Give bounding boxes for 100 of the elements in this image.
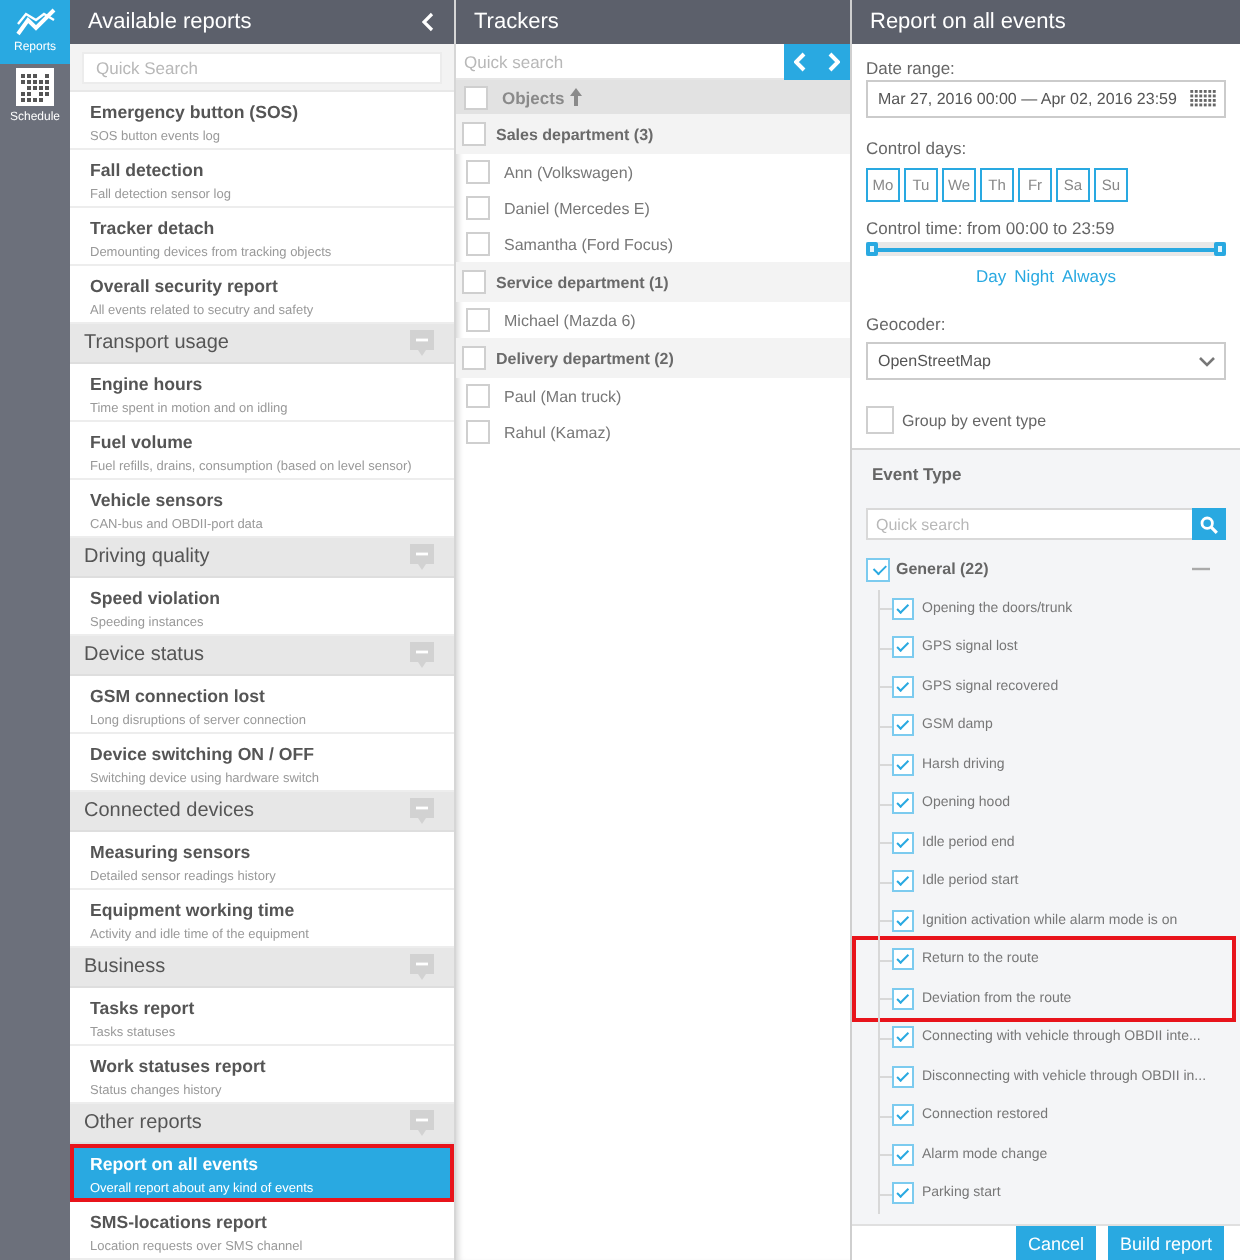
group-name: General (22) <box>896 560 991 579</box>
checkbox[interactable] <box>892 1182 914 1205</box>
report-title: GSM connection lost <box>90 686 267 708</box>
chevron-left-icon[interactable] <box>422 12 434 32</box>
checkbox[interactable] <box>892 948 914 971</box>
report-title: Measuring sensors <box>90 842 253 864</box>
search-field[interactable]: Quick search <box>456 44 784 80</box>
section-header[interactable]: Device status <box>70 636 454 676</box>
panel-title: Trackers <box>474 10 559 34</box>
section-header[interactable]: Connected devices <box>70 792 454 832</box>
checkbox[interactable] <box>462 346 486 370</box>
field-label: Control time: from 00:00 to 23:59 <box>866 216 1117 240</box>
checkbox[interactable] <box>892 1065 914 1088</box>
checkbox[interactable] <box>466 308 490 332</box>
section-header[interactable]: Driving quality <box>70 538 454 578</box>
search-icon <box>1200 515 1218 533</box>
checkbox[interactable] <box>892 636 914 659</box>
report-title: Engine hours <box>90 374 205 396</box>
report-title: Work statuses report <box>90 1056 268 1078</box>
tracker-name: Michael (Mazda 6) <box>504 311 636 329</box>
checkbox[interactable] <box>466 196 490 220</box>
checkbox[interactable] <box>466 384 490 408</box>
time-range-slider[interactable] <box>866 242 1226 256</box>
checkbox[interactable] <box>892 870 914 893</box>
minus-icon[interactable] <box>410 330 434 356</box>
search-button[interactable] <box>1192 508 1226 540</box>
field-label: Geocoder: <box>866 312 948 336</box>
tracker-name: Ann (Volkswagen) <box>504 163 633 181</box>
checkbox[interactable] <box>466 160 490 184</box>
section-title: Event Type <box>870 462 964 486</box>
report-title: Fuel volume <box>90 432 195 454</box>
next-button[interactable] <box>817 44 850 80</box>
section-header[interactable]: Transport usage <box>70 324 454 364</box>
slider-handle[interactable] <box>1214 242 1226 256</box>
checkbox[interactable] <box>892 1143 914 1166</box>
date-range-field[interactable]: Mar 27, 2016 00:00 — Apr 02, 2016 23:59 <box>866 80 1226 118</box>
previous-button[interactable] <box>784 44 817 80</box>
group-name: Service department (1) <box>496 273 669 291</box>
report-title: Tasks report <box>90 998 197 1020</box>
checkbox[interactable] <box>466 232 490 256</box>
minus-icon[interactable] <box>410 798 434 824</box>
section-header[interactable]: Business <box>70 948 454 988</box>
report-title: Device switching ON / OFF <box>90 744 316 766</box>
chevron-right-icon <box>827 52 840 72</box>
checkbox[interactable] <box>892 714 914 737</box>
field-label: Date range: <box>866 56 957 80</box>
tracker-name: Paul (Man truck) <box>504 387 622 405</box>
calendar-grid-icon[interactable] <box>1190 90 1216 108</box>
slider-handle[interactable] <box>866 242 878 256</box>
checkbox[interactable] <box>892 831 914 854</box>
search-field[interactable]: Quick Search <box>82 52 442 84</box>
checkbox[interactable] <box>892 792 914 815</box>
checkbox[interactable] <box>462 270 486 294</box>
panel-title: Report on all events <box>870 10 1066 34</box>
report-title: Fall detection <box>90 160 206 182</box>
section-title: Business <box>84 956 166 978</box>
checkbox[interactable] <box>466 420 490 444</box>
checkbox[interactable] <box>892 753 914 776</box>
section-title: Connected devices <box>84 800 255 822</box>
tracker-name: Samantha (Ford Focus) <box>504 235 673 253</box>
checkbox[interactable] <box>892 675 914 698</box>
section-title: Driving quality <box>84 546 210 568</box>
minus-icon[interactable] <box>410 642 434 668</box>
group-name: Delivery department (2) <box>496 349 674 367</box>
checkbox[interactable] <box>892 597 914 620</box>
tracker-name: Daniel (Mercedes E) <box>504 199 650 217</box>
checkbox[interactable] <box>462 122 486 146</box>
chevron-left-icon <box>794 52 807 72</box>
report-title: SMS-locations report <box>90 1212 269 1234</box>
report-title: Vehicle sensors <box>90 490 226 512</box>
search-field[interactable]: Quick search <box>866 508 1192 540</box>
report-title: Report on all events <box>90 1154 261 1176</box>
line-chart-icon <box>15 8 55 36</box>
minus-icon[interactable] <box>410 954 434 980</box>
minus-icon[interactable] <box>410 1110 434 1136</box>
field-label: Control days: <box>866 136 969 160</box>
report-title: Overall security report <box>90 276 280 298</box>
checkbox[interactable] <box>892 909 914 932</box>
checkbox[interactable] <box>866 557 890 582</box>
chevron-down-icon[interactable] <box>1198 355 1216 367</box>
report-title: Emergency button (SOS) <box>90 102 301 124</box>
geocoder-select[interactable]: OpenStreetMap <box>866 342 1226 380</box>
checkbox-label: Group by event type <box>902 411 1047 429</box>
panel-title: Available reports <box>88 10 252 34</box>
checkbox[interactable] <box>866 406 894 434</box>
tracker-name: Rahul (Kamaz) <box>504 423 611 441</box>
report-title: Speed violation <box>90 588 223 610</box>
section-title: Device status <box>84 644 205 666</box>
calendar-grid-icon <box>16 67 54 105</box>
minus-icon[interactable] <box>410 544 434 570</box>
report-title: Tracker detach <box>90 218 217 240</box>
section-header[interactable]: Other reports <box>70 1104 454 1144</box>
group-name: Sales department (3) <box>496 125 654 143</box>
checkbox[interactable] <box>892 987 914 1010</box>
checkbox[interactable] <box>892 1026 914 1049</box>
section-title: Other reports <box>84 1112 202 1134</box>
section-title: Transport usage <box>84 332 229 354</box>
checkbox[interactable] <box>892 1104 914 1127</box>
checkbox[interactable] <box>464 85 488 109</box>
report-title: Equipment working time <box>90 900 297 922</box>
